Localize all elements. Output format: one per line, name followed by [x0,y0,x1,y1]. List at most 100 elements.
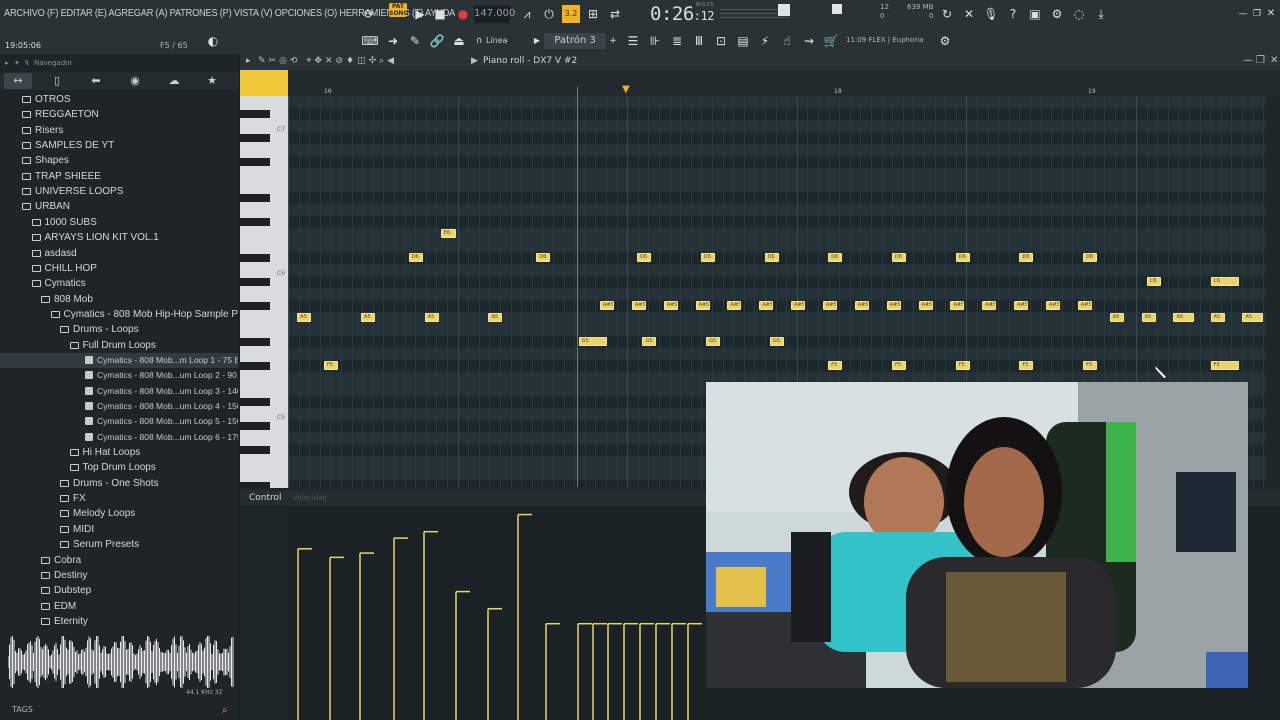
note[interactable]: D6 [955,253,970,262]
browser-folder-item[interactable]: Destiny [0,568,238,583]
note[interactable]: G5 [642,337,657,346]
note[interactable]: G5 [769,337,784,346]
send-icon[interactable]: ⇝ [800,32,818,50]
browser-arrow-icon[interactable]: ▸ [5,56,9,70]
note[interactable]: A#5 [918,301,933,310]
browser-folder-item[interactable]: Melody Loops [0,506,238,521]
note[interactable]: A#5 [791,301,806,310]
note[interactable]: F5 [1019,361,1034,370]
search-icon[interactable]: ⌕ [222,705,228,716]
master-pitch-knob[interactable]: ◐ [204,32,222,50]
browser-folder-item[interactable]: UNIVERSE LOOPS [0,184,238,199]
note[interactable]: A5 [361,313,376,322]
close-icon[interactable]: ✕ [1262,5,1280,23]
browser-folder-item[interactable]: CHILL HOP [0,261,238,276]
stop-button[interactable]: ■ [431,5,449,23]
note[interactable]: A5 [1141,313,1156,322]
record-button[interactable]: ● [454,5,472,23]
browser-folder-item[interactable]: Shapes [0,153,238,168]
snap-corner[interactable] [240,70,288,96]
tab-files-icon[interactable]: ▯ [43,73,71,89]
note[interactable]: D6 [700,253,715,262]
note[interactable]: A#5 [1046,301,1061,310]
browser-folder-item[interactable]: FX [0,491,238,506]
pr-minimize-icon[interactable]: — [1243,55,1253,66]
pencil-icon[interactable]: ✎ [406,32,424,50]
channel-arrow-icon[interactable]: ▶ [471,56,478,66]
wait-icon[interactable]: ⏻ [540,5,558,23]
browser-file-item[interactable]: Cymatics - 808 Mob...um Loop 4 - 150 BPM [0,399,238,414]
tab-cloud-icon[interactable]: ☁ [160,73,188,89]
pin-icon[interactable]: ✦ [14,56,20,70]
browser-folder-item[interactable]: Full Drum Loops [0,338,238,353]
mixer-icon[interactable]: ✕ [960,5,978,23]
pitch-knob[interactable] [832,4,842,14]
black-key[interactable] [240,446,270,454]
black-key[interactable] [240,398,270,406]
note[interactable]: G5 [706,337,721,346]
note[interactable]: F5 [1210,361,1239,370]
sample-waveform[interactable] [8,636,234,688]
note[interactable]: A#5 [663,301,678,310]
countdown-button[interactable]: 3.2 [562,5,580,23]
browser-folder-item[interactable]: EDM [0,599,238,614]
browser-file-item[interactable]: Cymatics - 808 Mob...um Loop 5 - 150 BPM [0,414,238,429]
browser-folder-item[interactable]: Risers [0,123,238,138]
tab-projects-icon[interactable]: ◉ [121,73,149,89]
note[interactable]: A#5 [1077,301,1092,310]
browser-folder-item[interactable]: Euphoria [0,629,238,630]
note[interactable]: D6 [1019,253,1034,262]
note[interactable]: D6 [828,253,843,262]
flex-settings-icon[interactable]: ⚙ [936,32,954,50]
piano-keyboard[interactable]: C7 C6 C5 [240,96,288,488]
note[interactable]: E6 [440,229,457,238]
browser-folder-item[interactable]: 808 Mob [0,292,238,307]
note[interactable]: F5 [955,361,970,370]
note[interactable]: A5 [1210,313,1225,322]
note[interactable]: A#5 [982,301,997,310]
save-icon[interactable]: ▣ [1026,5,1044,23]
snap-select[interactable]: Línea [486,36,508,45]
link-icon[interactable]: 🔗 [428,32,446,50]
black-key[interactable] [240,482,270,488]
browser-folder-item[interactable]: REGGAETON [0,107,238,122]
browser-view-icon[interactable]: ⊡ [712,32,730,50]
playlist-icon[interactable]: ☰ [624,32,642,50]
mixer-view-icon[interactable]: ≣ [668,32,686,50]
note[interactable]: A#5 [599,301,614,310]
piano-roll-tools[interactable]: ✎✂◎⟲ ⌖✥✕⊘♦◫✣⌕◀ [258,56,397,66]
note[interactable]: D6 [892,253,907,262]
piano-view-icon[interactable]: Ⅲ [690,32,708,50]
browser-folder-item[interactable]: Drums - One Shots [0,476,238,491]
note[interactable]: A#5 [886,301,901,310]
black-key[interactable] [240,254,270,262]
master-volume-knob[interactable] [778,4,790,16]
play-button[interactable]: ▶ [411,5,429,23]
plugin-icon[interactable]: ⚙ [1048,5,1066,23]
tab-plugins-icon[interactable]: ⬅ [82,73,110,89]
arrow-right-icon[interactable]: ➜ [384,32,402,50]
browser-folder-item[interactable]: Cobra [0,553,238,568]
browser-folder-item[interactable]: URBAN [0,199,238,214]
note[interactable]: D6 [408,253,423,262]
note[interactable]: D6 [764,253,779,262]
plugin-db-icon[interactable]: ▤ [734,32,752,50]
black-key[interactable] [240,362,270,370]
black-key[interactable] [240,194,270,202]
note[interactable]: A5 [1173,313,1195,322]
tags-label[interactable]: TAGS [12,705,33,714]
note[interactable]: C6 [1146,277,1161,286]
note[interactable]: A#5 [695,301,710,310]
help-icon[interactable]: ? [1004,5,1022,23]
piano-roll-icon[interactable]: ⌨ [361,32,379,50]
browser-folder-item[interactable]: Cymatics [0,276,238,291]
black-key[interactable] [240,338,270,346]
browser-folder-item[interactable]: Dubstep [0,583,238,598]
note[interactable]: A5 [1109,313,1124,322]
note[interactable]: D6 [536,253,551,262]
main-menu[interactable]: ARCHIVO (F) EDITAR (E) AGREGAR (A) PATRO… [4,8,455,19]
note[interactable]: F5 [892,361,907,370]
browser-folder-item[interactable]: 1000 SUBS [0,215,238,230]
browser-folder-item[interactable]: ARYAYS LION KIT VOL.1 [0,230,238,245]
loop-record-icon[interactable]: ⇄ [606,5,624,23]
